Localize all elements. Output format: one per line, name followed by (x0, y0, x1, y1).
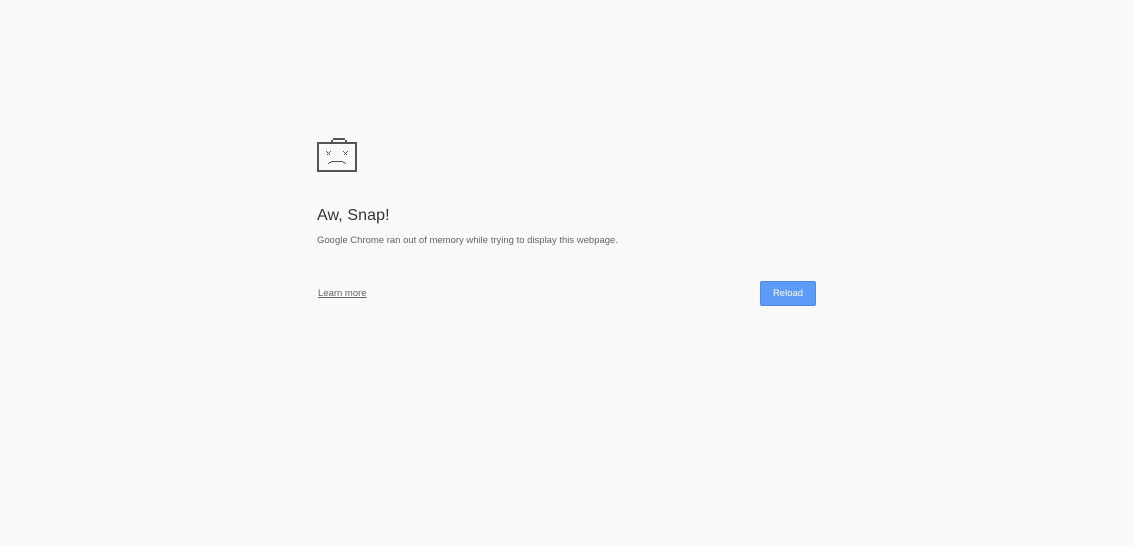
error-message: Google Chrome ran out of memory while tr… (317, 235, 618, 246)
error-actions: Learn more Reload (317, 281, 816, 306)
error-page: Aw, Snap! Google Chrome ran out of memor… (0, 0, 1134, 546)
learn-more-link[interactable]: Learn more (318, 288, 367, 299)
error-container: Aw, Snap! Google Chrome ran out of memor… (317, 138, 816, 306)
error-title: Aw, Snap! (317, 207, 390, 224)
sad-tab-icon (317, 138, 357, 172)
reload-button[interactable]: Reload (760, 281, 816, 306)
